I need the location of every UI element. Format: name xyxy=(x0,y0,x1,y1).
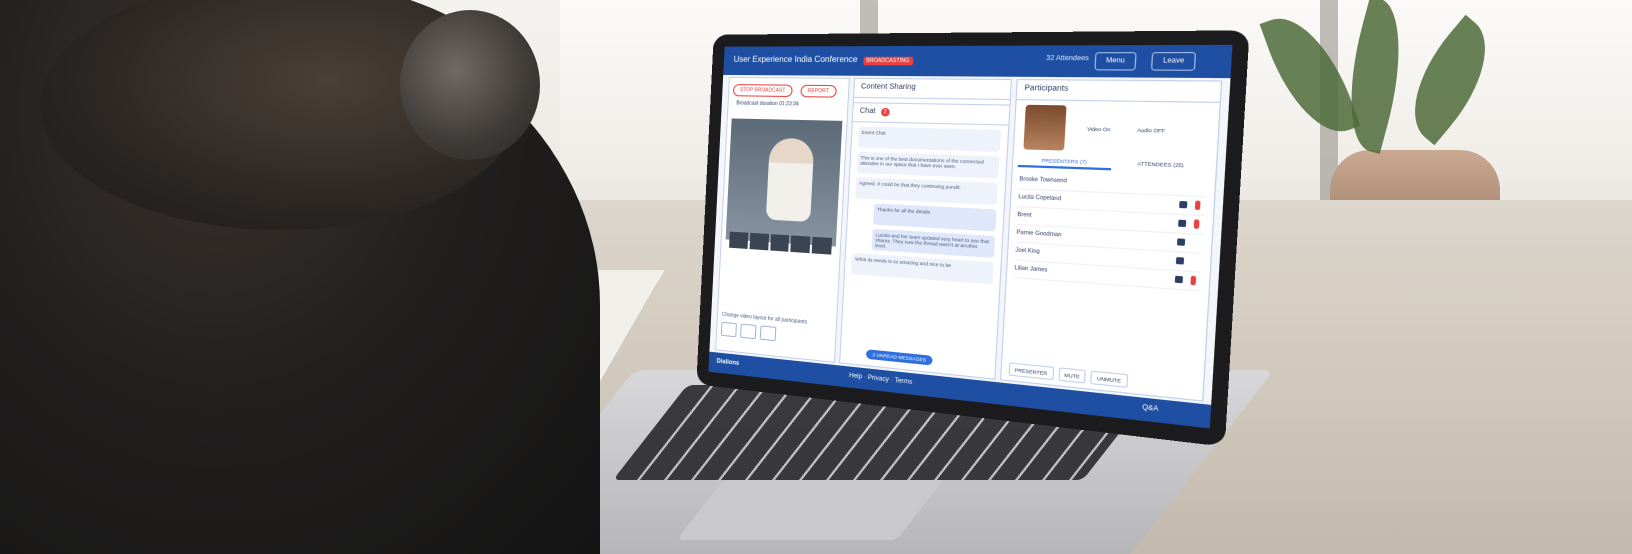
headphones xyxy=(400,10,540,160)
video-stage xyxy=(725,118,843,255)
chat-message: Lucida and her team updated very heart t… xyxy=(871,228,996,258)
layout-grid-icon[interactable] xyxy=(759,325,777,342)
chat-header: Chat 2 xyxy=(852,103,1010,126)
chat-label: Chat xyxy=(859,107,876,116)
app-header: User Experience India Conference BROADCA… xyxy=(723,44,1233,79)
participants-header: Participants xyxy=(1016,80,1221,103)
attendee-count: 32 Attendees xyxy=(1046,55,1090,63)
avatar xyxy=(1023,104,1067,151)
footer-links[interactable]: Help · Privacy · Terms xyxy=(849,373,913,386)
layout-options xyxy=(720,321,777,342)
chat-message: Thanks for all the details xyxy=(872,203,997,232)
chat-message: This is one of the best documentations o… xyxy=(856,151,1000,179)
chat-box: Chat 2 Event Chat This is one of the bes… xyxy=(840,102,1010,379)
qa-section[interactable]: Q&A xyxy=(1142,405,1159,414)
participant-name: Lilian James xyxy=(1014,264,1048,274)
mic-off-icon[interactable] xyxy=(1190,275,1197,286)
video-toggle[interactable]: Video On xyxy=(1087,126,1110,132)
participant-name: Brooke Townsend xyxy=(1019,176,1067,185)
leave-button[interactable]: Leave xyxy=(1150,51,1197,71)
mic-off-icon[interactable] xyxy=(1194,200,1201,211)
laptop-screen-bezel: User Experience India Conference BROADCA… xyxy=(696,30,1250,447)
participants-panel: Participants Video On Audio OFF PRESENTE… xyxy=(1000,79,1223,402)
broadcast-timer: Broadcast duration 01:23:34 xyxy=(736,100,799,108)
broadcast-panel: STOP BROADCAST REPORT Broadcast duration… xyxy=(715,76,850,363)
thumbnail[interactable] xyxy=(729,231,749,249)
thumbnail[interactable] xyxy=(811,236,833,255)
speaker-video xyxy=(765,137,815,223)
content-sharing-header[interactable]: Content Sharing xyxy=(854,78,1011,101)
audio-toggle[interactable]: Audio OFF xyxy=(1137,127,1165,133)
chat-message: Agreed. It could be that they continuing… xyxy=(855,177,999,206)
unmute-button[interactable]: UNMUTE xyxy=(1090,370,1128,388)
participant-name: Parnie Goodman xyxy=(1016,229,1062,239)
participant-name: Brent xyxy=(1017,211,1032,220)
report-button[interactable]: REPORT xyxy=(800,84,837,98)
event-title: User Experience India Conference BROADCA… xyxy=(733,55,913,66)
participant-name: Lucila Copeland xyxy=(1018,193,1062,203)
chat-count-badge: 2 xyxy=(880,107,890,117)
participant-tabs: PRESENTERS (7) ATTENDEES (25) xyxy=(1017,153,1211,174)
tab-presenters[interactable]: PRESENTERS (7) xyxy=(1017,153,1112,171)
stop-broadcast-button[interactable]: STOP BROADCAST xyxy=(732,84,793,98)
camera-icon[interactable] xyxy=(1174,275,1183,284)
layout-single-icon[interactable] xyxy=(720,321,737,338)
laptop-touchpad xyxy=(676,480,944,540)
brand-logo: Dialions xyxy=(716,358,740,367)
photo-scene: User Experience India Conference BROADCA… xyxy=(0,0,1632,554)
thumbnail[interactable] xyxy=(769,234,790,252)
thumbnail[interactable] xyxy=(790,235,811,254)
laptop-screen: User Experience India Conference BROADCA… xyxy=(708,44,1233,429)
thumbnail[interactable] xyxy=(749,232,769,251)
layout-split-icon[interactable] xyxy=(740,323,757,340)
participant-list: Brooke Townsend Lucila Copeland Brent Pa… xyxy=(1013,171,1208,292)
mic-off-icon[interactable] xyxy=(1193,219,1200,229)
content-chat-panel: Content Sharing Chat 2 Event Chat This i… xyxy=(839,77,1012,380)
chat-message: What its needs is so amazing and nice to… xyxy=(851,252,994,285)
participant-name: Joel King xyxy=(1015,247,1040,256)
live-badge: BROADCASTING xyxy=(862,56,913,66)
camera-icon[interactable] xyxy=(1179,200,1188,209)
unread-messages-button[interactable]: 2 UNREAD MESSAGES xyxy=(865,349,934,366)
menu-button[interactable]: Menu xyxy=(1094,52,1137,71)
event-chat-label[interactable]: Event Chat xyxy=(857,126,1001,153)
presenter-dropdown[interactable]: PRESENTER xyxy=(1008,362,1054,381)
camera-icon[interactable] xyxy=(1175,257,1185,265)
event-title-text: User Experience India Conference xyxy=(733,54,858,65)
tab-attendees[interactable]: ATTENDEES (25) xyxy=(1111,157,1211,174)
participant-thumbnails xyxy=(729,231,833,255)
mute-button[interactable]: MUTE xyxy=(1057,367,1087,384)
camera-icon[interactable] xyxy=(1176,238,1186,246)
camera-icon[interactable] xyxy=(1178,219,1187,228)
